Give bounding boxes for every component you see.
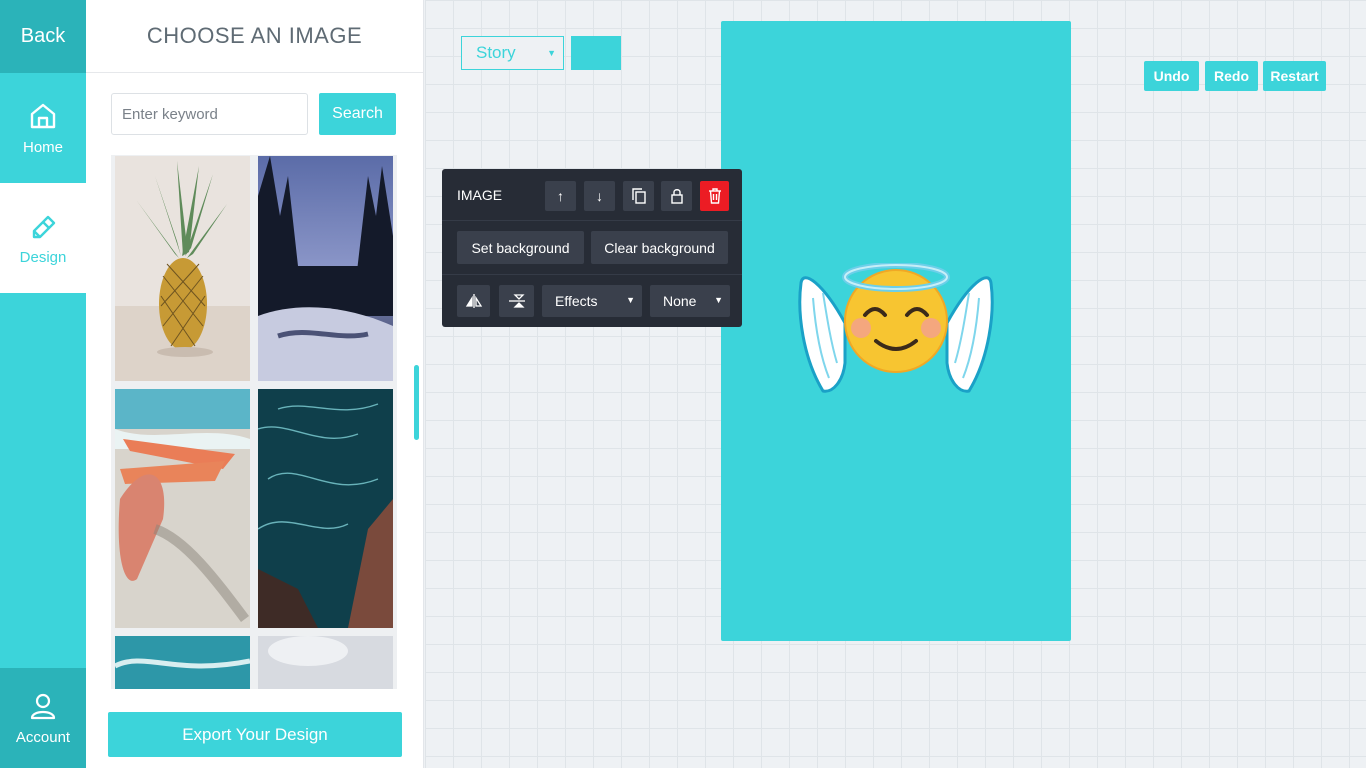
- background-color-swatch[interactable]: [571, 36, 621, 70]
- search-input[interactable]: [111, 93, 308, 135]
- move-layer-down-button[interactable]: ↓: [584, 181, 615, 211]
- redo-button[interactable]: Redo: [1205, 61, 1258, 91]
- toolbar-title: IMAGE: [457, 187, 503, 203]
- nav-label-design: Design: [19, 248, 67, 266]
- image-thumb-pineapple[interactable]: [115, 156, 250, 381]
- toolbar-header: IMAGE ↑ ↓: [442, 169, 742, 221]
- canvas-format-value: Story: [476, 43, 516, 62]
- search-row: Search: [111, 93, 396, 135]
- user-icon: [30, 693, 56, 719]
- nav-item-home[interactable]: Home: [0, 73, 86, 183]
- angel-emoji-sticker[interactable]: [793, 263, 999, 397]
- duplicate-button[interactable]: [623, 181, 654, 211]
- pencil-eraser-icon: [32, 215, 56, 238]
- flip-horizontal-button[interactable]: [457, 285, 490, 317]
- home-icon: [30, 103, 56, 128]
- image-panel: CHOOSE AN IMAGE Search: [86, 0, 424, 768]
- filter-value: None: [663, 293, 697, 309]
- toolbar-effects-row: Effects ▼ None ▼: [442, 275, 742, 327]
- flip-horizontal-icon: [465, 294, 482, 308]
- effects-value: Effects: [555, 293, 598, 309]
- image-thumb-sky[interactable]: [258, 636, 393, 689]
- restart-button[interactable]: Restart: [1263, 61, 1326, 91]
- nav-item-design[interactable]: Design: [0, 183, 86, 293]
- lock-icon: [670, 189, 683, 204]
- gallery-scrollbar[interactable]: [414, 365, 419, 440]
- chevron-down-icon: ▼: [714, 295, 723, 305]
- back-button[interactable]: Back: [0, 0, 86, 73]
- left-nav: Back Home Design Account: [0, 0, 86, 768]
- image-thumb-kayaks[interactable]: [115, 389, 250, 628]
- toolbar-background-row: Set background Clear background: [442, 221, 742, 275]
- flip-vertical-button[interactable]: [499, 285, 534, 317]
- export-design-button[interactable]: Export Your Design: [108, 712, 402, 757]
- image-toolbar: IMAGE ↑ ↓ Set background Clear backgroun…: [442, 169, 742, 327]
- search-button[interactable]: Search: [319, 93, 396, 135]
- trash-icon: [708, 188, 721, 204]
- chevron-down-icon: ▼: [626, 295, 635, 305]
- chevron-down-icon: ▼: [547, 48, 556, 58]
- image-thumb-night-forest[interactable]: [258, 156, 393, 381]
- nav-label-account: Account: [15, 728, 71, 746]
- filter-select[interactable]: None ▼: [650, 285, 730, 317]
- arrow-up-icon: ↑: [557, 188, 564, 204]
- nav-item-account[interactable]: Account: [0, 668, 86, 768]
- image-thumb-waves[interactable]: [115, 636, 250, 689]
- canvas-format-select[interactable]: Story ▼: [461, 36, 564, 70]
- move-layer-up-button[interactable]: ↑: [545, 181, 576, 211]
- panel-title: CHOOSE AN IMAGE: [86, 0, 423, 73]
- delete-button[interactable]: [700, 181, 729, 211]
- image-thumb-ocean-rocks[interactable]: [258, 389, 393, 628]
- set-background-button[interactable]: Set background: [457, 231, 584, 264]
- clear-background-button[interactable]: Clear background: [591, 231, 728, 264]
- undo-button[interactable]: Undo: [1144, 61, 1199, 91]
- nav-label-home: Home: [22, 138, 63, 156]
- image-gallery: [111, 155, 397, 689]
- effects-select[interactable]: Effects ▼: [542, 285, 642, 317]
- lock-button[interactable]: [661, 181, 692, 211]
- copy-icon: [631, 188, 646, 204]
- flip-vertical-icon: [508, 294, 525, 308]
- arrow-down-icon: ↓: [596, 188, 603, 204]
